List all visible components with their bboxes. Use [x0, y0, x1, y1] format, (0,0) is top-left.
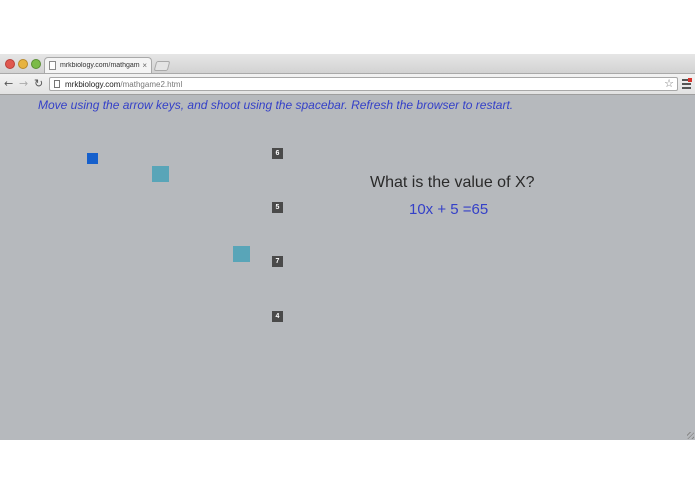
bookmark-star-icon[interactable]: ☆	[664, 77, 674, 90]
tab-strip: mrkbiology.com/mathgame ×	[0, 54, 695, 74]
tab-close-icon[interactable]: ×	[142, 61, 147, 70]
page-icon	[54, 80, 60, 88]
tab-title: mrkbiology.com/mathgame	[60, 62, 141, 69]
close-window-icon[interactable]	[5, 59, 15, 69]
back-button[interactable]: ←	[4, 77, 13, 91]
browser-window: mrkbiology.com/mathgame × ← → ↻ mrkbiolo…	[0, 54, 695, 440]
equation-text: 10x + 5 =65	[409, 201, 489, 218]
zoom-window-icon[interactable]	[31, 59, 41, 69]
menu-icon[interactable]	[682, 78, 692, 89]
answer-box: 6	[272, 148, 283, 159]
url-path: /mathgame2.html	[120, 79, 183, 89]
minimize-window-icon[interactable]	[18, 59, 28, 69]
enemy-square	[233, 246, 250, 262]
answer-box: 7	[272, 256, 283, 267]
url-text[interactable]: mrkbiology.com/mathgame2.html	[65, 80, 182, 89]
reload-button[interactable]: ↻	[34, 77, 43, 91]
page-icon	[49, 61, 56, 70]
question-text: What is the value of X?	[370, 174, 535, 191]
tab-mathgame[interactable]: mrkbiology.com/mathgame ×	[44, 57, 152, 73]
answer-box: 4	[272, 311, 283, 322]
address-bar[interactable]: mrkbiology.com/mathgame2.html ☆	[49, 77, 678, 91]
resize-grip-icon[interactable]	[687, 432, 694, 439]
url-domain: mrkbiology.com	[65, 79, 121, 89]
game-area[interactable]: Move using the arrow keys, and shoot usi…	[0, 95, 695, 440]
instructions-text: Move using the arrow keys, and shoot usi…	[38, 98, 514, 112]
browser-toolbar: ← → ↻ mrkbiology.com/mathgame2.html ☆	[0, 74, 695, 95]
enemy-square	[152, 166, 169, 182]
player-square	[87, 153, 98, 164]
forward-button[interactable]: →	[19, 77, 28, 91]
answer-box: 5	[272, 202, 283, 213]
new-tab-button[interactable]	[153, 61, 171, 71]
